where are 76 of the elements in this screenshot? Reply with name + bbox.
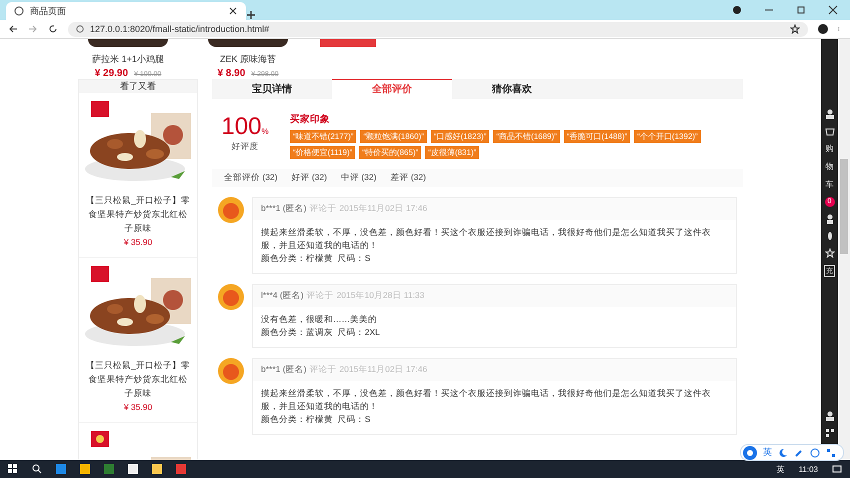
review-text: 摸起来丝滑柔软，不厚，没色差，颜色好看！买这个衣服还接到诈骗电话，我很好奇他们是怎么知道我买了这件衣服，并且还知道我的电话的！ [261,226,712,252]
notification-icon[interactable] [832,464,842,474]
tray-language[interactable]: 英 [776,464,785,474]
product-name[interactable]: 【三只松鼠_开口松子】零食坚果特产炒货东北红松子原味 [85,193,191,235]
clock-time[interactable]: 11:03 [798,464,818,474]
qr-code-icon[interactable] [824,428,834,438]
filter-link[interactable]: 好评 (32) [291,172,327,184]
impression-tag: “特价买的(865)” [359,146,422,159]
avatar-icon [218,284,244,310]
review-spec: 颜色分类：蓝调灰 尺码：2XL [261,326,381,339]
windows-icon[interactable] [8,464,18,474]
review-prefix: 评论于 [309,203,336,215]
impression-tag: “皮很薄(831)” [425,146,480,159]
rating-score: 100 [221,113,262,140]
product-name[interactable]: 萨拉米 1+1小鸡腿 [92,53,164,66]
review-prefix: 评论于 [309,364,336,376]
star-icon[interactable] [790,24,800,34]
profile-icon[interactable] [732,5,742,15]
avatar-icon [218,197,244,223]
impression-tag: “口感好(1823)” [430,130,490,143]
restore-icon[interactable] [796,5,806,15]
filter-link[interactable]: 全部评价 (32) [224,172,278,184]
product-price: ¥ 35.90 [124,237,152,247]
person-icon[interactable] [824,214,834,224]
product-name[interactable]: ZEK 原味海苔 [220,53,276,66]
review-text: 没有色差，很暖和……美美的 [261,313,378,326]
review-spec: 颜色分类：柠檬黄 尺码：S [261,413,372,426]
sidebar-title: 看了又看 [79,80,197,93]
plus-icon[interactable] [246,10,256,20]
moon-icon[interactable] [778,448,788,458]
address-bar[interactable]: 127.0.0.1:8020/fmall-static/introduction.html# [68,22,808,36]
avatar-icon [218,358,244,384]
tab[interactable]: 全部评价 [332,79,452,99]
reviewer-name: b***1 (匿名) [261,364,306,376]
review-date: 2015年10月28日 11:33 [336,290,424,302]
impression-tag: “香脆可口(1488)” [564,130,630,143]
close-icon[interactable] [228,6,238,16]
user-icon[interactable] [824,109,834,119]
globe-icon[interactable] [14,6,24,16]
filter-link[interactable]: 中评 (32) [340,172,376,184]
basket-icon[interactable] [824,126,834,136]
browser-tab[interactable]: 商品页面 [6,2,246,20]
impression-tag: “商品不错(1689)” [493,130,560,143]
reload-icon[interactable] [48,24,58,34]
reviewer-name: b***1 (匿名) [261,203,306,215]
percent-sign: % [261,127,269,136]
tab[interactable]: 猜你喜欢 [452,79,572,99]
cart-label[interactable]: 物 [826,161,834,172]
cart-label[interactable]: 车 [826,179,834,190]
account-icon[interactable] [818,24,828,34]
product-price: ¥ 35.90 [124,402,152,412]
impression-tag: “味道不错(2177)” [290,130,356,143]
impression-tag: “个个开口(1392)” [634,130,701,143]
ime-language[interactable]: 英 [763,446,772,459]
review-date: 2015年11月02日 17:46 [339,203,428,215]
close-icon[interactable] [828,5,838,15]
user-icon[interactable] [824,411,834,421]
product-price: ¥ 29.90 [94,68,128,79]
cart-label[interactable]: 购 [826,143,834,154]
review-date: 2015年11月02日 17:46 [339,364,428,376]
review-spec: 颜色分类：柠檬黄 尺码：S [261,252,372,265]
review-text: 摸起来丝滑柔软，不厚，没色差，颜色好看！买这个衣服还接到诈骗电话，我很好奇他们是怎么知道我买了这件衣服，并且还知道我的电话的！ [261,387,712,413]
product-name[interactable]: 【三只松鼠_开口松子】零食坚果特产炒货东北红松子原味 [85,358,191,400]
review-prefix: 评论于 [306,290,334,302]
impression-tag: “价格便宜(1119)” [290,146,356,159]
reviewer-name: l***4 (匿名) [261,290,304,302]
grid-icon[interactable] [826,448,836,458]
info-icon [76,25,84,33]
impressions-title: 买家印象 [290,113,331,126]
impression-tag: “颗粒饱满(1860)” [360,130,427,143]
scrollbar-thumb[interactable] [840,159,848,254]
back-icon[interactable] [8,24,18,34]
tab[interactable]: 宝贝详情 [212,79,332,99]
product-price: ¥ 8.90 [217,68,246,79]
filter-link[interactable]: 差评 (32) [390,172,426,184]
rating-label: 好评度 [232,141,258,153]
